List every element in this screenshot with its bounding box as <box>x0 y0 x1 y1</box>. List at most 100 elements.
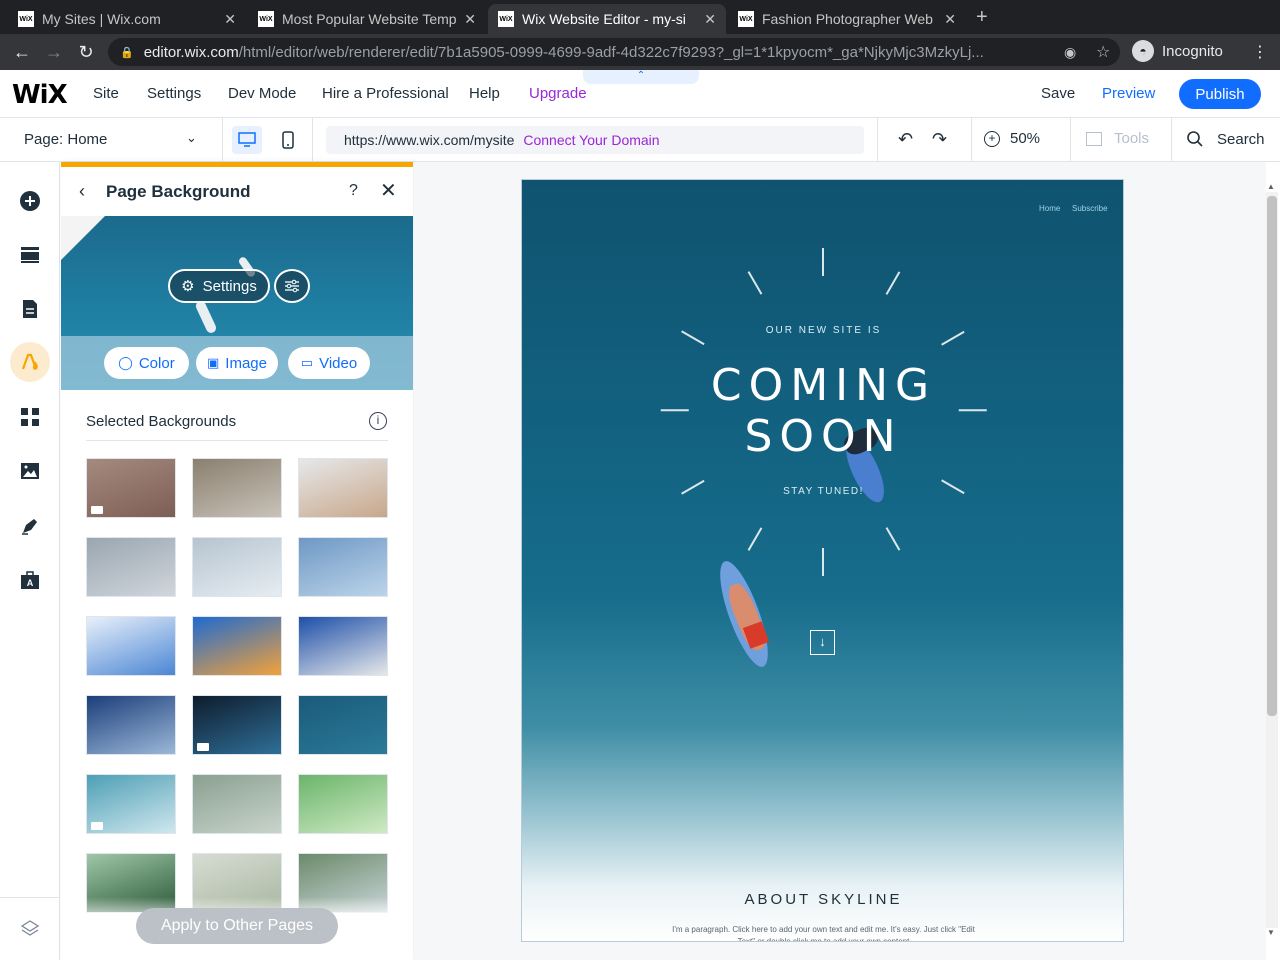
video-icon: ▭ <box>300 355 314 370</box>
apps-icon <box>21 408 39 426</box>
color-type-button[interactable]: ◯ Color <box>104 347 189 379</box>
new-tab-icon[interactable]: + <box>976 6 988 29</box>
search-button[interactable]: Search <box>1186 130 1265 148</box>
thumb-calm-sea[interactable] <box>86 774 176 834</box>
forward-icon[interactable]: → <box>43 42 65 63</box>
thumb-santorini[interactable] <box>86 616 176 676</box>
tools-button[interactable]: Tools <box>1086 130 1149 147</box>
blog-button[interactable] <box>10 506 50 546</box>
browser-tab[interactable]: WiX Fashion Photographer Web ✕ <box>728 4 966 34</box>
site-nav-subscribe[interactable]: Subscribe <box>1072 204 1108 213</box>
thumb-green-juice[interactable] <box>298 774 388 834</box>
thumb-sculpture[interactable] <box>192 537 282 597</box>
scroll-down-arrow-icon[interactable]: ↓ <box>810 630 835 655</box>
redo-icon[interactable]: ↷ <box>932 129 947 150</box>
scroll-down-icon[interactable]: ▼ <box>1267 928 1275 937</box>
background-settings-button[interactable]: ⚙ Settings <box>168 269 270 303</box>
preview-button[interactable]: Preview <box>1102 85 1155 102</box>
menu-upgrade[interactable]: Upgrade <box>529 85 587 102</box>
browser-tab-active[interactable]: WiX Wix Website Editor - my-si ✕ <box>488 4 726 34</box>
design-icon <box>21 353 38 370</box>
connect-domain-link[interactable]: Connect Your Domain <box>523 132 659 148</box>
url-field[interactable]: 🔒 editor.wix.com/html/editor/web/rendere… <box>108 38 1120 66</box>
scroll-up-icon[interactable]: ▲ <box>1267 182 1275 191</box>
menu-site[interactable]: Site <box>93 85 119 102</box>
thumb-paper-cups[interactable] <box>86 537 176 597</box>
thumb-glass-building[interactable] <box>298 537 388 597</box>
back-arrow-icon[interactable]: ‹ <box>79 181 85 202</box>
thumb-tennis-player[interactable] <box>298 616 388 676</box>
video-type-button[interactable]: ▭ Video <box>288 347 370 379</box>
image-type-button[interactable]: ▣ Image <box>196 347 278 379</box>
publish-button[interactable]: Publish <box>1179 79 1261 109</box>
thumb-mountain-cabin[interactable] <box>192 458 282 518</box>
page-selector[interactable]: Page: Home <box>24 131 107 148</box>
reload-icon[interactable]: ↻ <box>75 42 97 63</box>
menu-hire-professional[interactable]: Hire a Professional <box>322 85 449 102</box>
droplet-icon: ◯ <box>118 355 133 370</box>
desktop-view-button[interactable] <box>232 126 262 154</box>
tab-title: My Sites | Wix.com <box>42 11 161 27</box>
zoom-button[interactable]: + 50% <box>984 130 1040 147</box>
video-camera-icon <box>197 743 209 751</box>
menu-settings[interactable]: Settings <box>147 85 201 102</box>
site-headline-line1[interactable]: COMING <box>522 360 1123 411</box>
search-label: Search <box>1217 130 1265 148</box>
site-eyebrow[interactable]: OUR NEW SITE IS <box>522 325 1123 336</box>
canvas-scrollbar[interactable]: ▲ ▼ <box>1266 180 1278 940</box>
layers-button[interactable] <box>10 909 50 949</box>
about-heading[interactable]: ABOUT SKYLINE <box>522 891 1123 908</box>
thumb-skyscrapers[interactable] <box>86 695 176 755</box>
thumb-citrus-still-life[interactable] <box>192 616 282 676</box>
close-tab-icon[interactable]: ✕ <box>704 11 716 28</box>
info-icon[interactable]: i <box>369 412 387 430</box>
thumb-fabric[interactable] <box>86 458 176 518</box>
pages-menu-button[interactable] <box>10 289 50 329</box>
browser-menu-icon[interactable]: ⋮ <box>1252 42 1268 62</box>
site-url: https://www.wix.com/mysite <box>344 132 515 148</box>
site-url-bar[interactable]: https://www.wix.com/mysite Connect Your … <box>326 126 864 154</box>
save-button[interactable]: Save <box>1041 85 1075 102</box>
site-page-preview[interactable]: Home Subscribe OUR NEW SITE IS COMING SO… <box>521 179 1124 942</box>
browser-tab[interactable]: WiX Most Popular Website Temp ✕ <box>248 4 486 34</box>
tools-icon <box>1086 131 1102 146</box>
close-tab-icon[interactable]: ✕ <box>464 11 476 28</box>
background-preview: ⚙ Settings ◯ Color ▣ Image ▭ Video <box>61 216 413 390</box>
thumb-ocean-surfers[interactable] <box>298 695 388 755</box>
incognito-badge[interactable]: ◓ Incognito <box>1132 40 1223 62</box>
add-apps-button[interactable] <box>10 397 50 437</box>
thumb-yoga-pose[interactable] <box>298 458 388 518</box>
add-elements-button[interactable] <box>10 181 50 221</box>
tab-title: Fashion Photographer Web <box>762 11 933 27</box>
menu-dev-mode[interactable]: Dev Mode <box>228 85 296 102</box>
scrollbar-thumb[interactable] <box>1267 196 1277 716</box>
eye-off-icon[interactable]: ◉ <box>1064 44 1076 61</box>
help-icon[interactable]: ? <box>349 182 358 200</box>
browser-tab[interactable]: WiX My Sites | Wix.com ✕ <box>8 4 246 34</box>
thumb-woman-reading[interactable] <box>192 774 282 834</box>
mobile-view-button[interactable] <box>278 126 298 154</box>
wix-logo[interactable]: WiX <box>12 80 68 110</box>
bookmark-star-icon[interactable]: ☆ <box>1096 42 1110 62</box>
close-icon[interactable]: ✕ <box>380 178 397 203</box>
site-tagline[interactable]: STAY TUNED! <box>522 486 1123 497</box>
site-design-button[interactable] <box>10 342 50 382</box>
close-tab-icon[interactable]: ✕ <box>224 11 236 28</box>
collapse-topbar-handle[interactable]: ⌃ <box>583 70 699 84</box>
business-button[interactable]: A <box>10 560 50 600</box>
media-button[interactable] <box>10 451 50 491</box>
site-nav-home[interactable]: Home <box>1039 204 1060 213</box>
chevron-down-icon[interactable]: ⌄ <box>186 130 197 146</box>
adjust-button[interactable] <box>274 269 310 303</box>
divider <box>86 440 388 441</box>
close-tab-icon[interactable]: ✕ <box>944 11 956 28</box>
add-section-button[interactable] <box>10 235 50 275</box>
about-paragraph[interactable]: I'm a paragraph. Click here to add your … <box>672 924 975 941</box>
back-icon[interactable]: ← <box>11 42 33 63</box>
apply-to-other-pages-button[interactable]: Apply to Other Pages <box>136 908 338 944</box>
page-selector-label: Page: <box>24 131 64 148</box>
site-headline-line2[interactable]: SOON <box>522 411 1123 462</box>
menu-help[interactable]: Help <box>469 85 500 102</box>
thumb-stormy-sky[interactable] <box>192 695 282 755</box>
undo-icon[interactable]: ↶ <box>898 129 913 150</box>
